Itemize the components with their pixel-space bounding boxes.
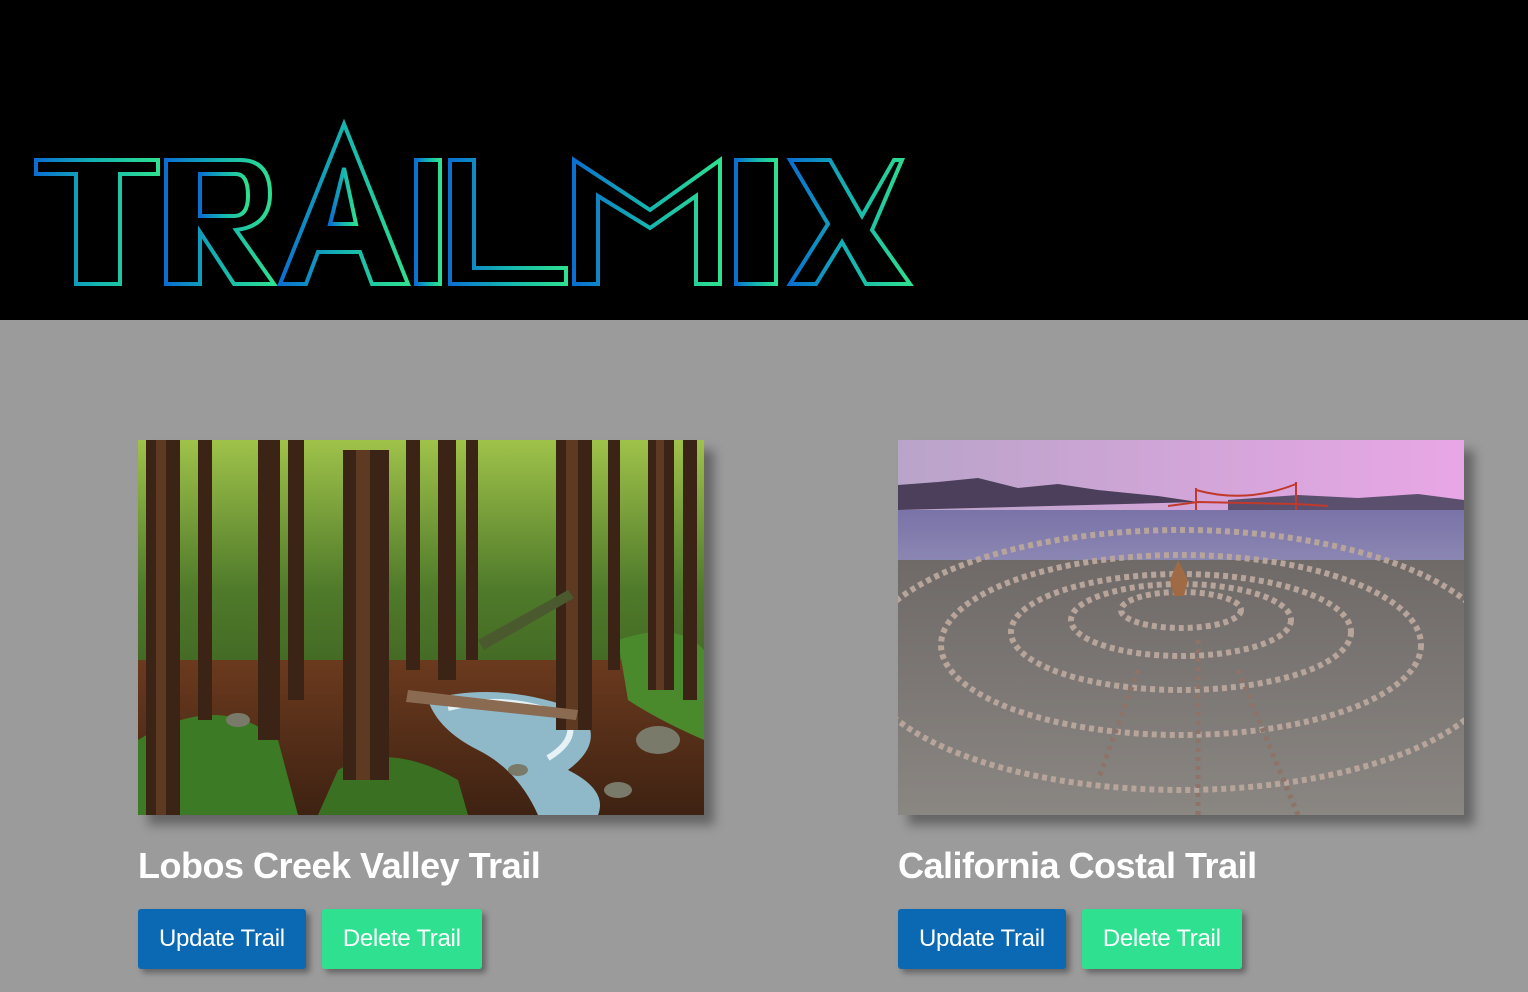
delete-trail-button[interactable]: Delete Trail	[321, 909, 482, 969]
trail-title: Lobos Creek Valley Trail	[138, 845, 541, 886]
trail-photo-forest[interactable]	[138, 440, 704, 815]
labyrinth-image	[898, 440, 1464, 815]
site-header	[0, 0, 1528, 320]
update-trail-button[interactable]: Update Trail	[898, 909, 1066, 969]
update-trail-button[interactable]: Update Trail	[138, 909, 306, 969]
trail-photo-labyrinth[interactable]	[898, 440, 1464, 815]
trail-actions: Update Trail Delete Trail	[898, 909, 1464, 969]
trail-title: California Costal Trail	[898, 845, 1257, 886]
forest-image	[138, 440, 704, 815]
delete-trail-button[interactable]: Delete Trail	[1081, 909, 1242, 969]
trail-card: California Costal Trail Update Trail Del…	[898, 440, 1464, 969]
trailmix-logo[interactable]	[30, 118, 920, 293]
trail-card: Lobos Creek Valley Trail Update Trail De…	[138, 440, 704, 969]
trail-actions: Update Trail Delete Trail	[138, 909, 704, 969]
